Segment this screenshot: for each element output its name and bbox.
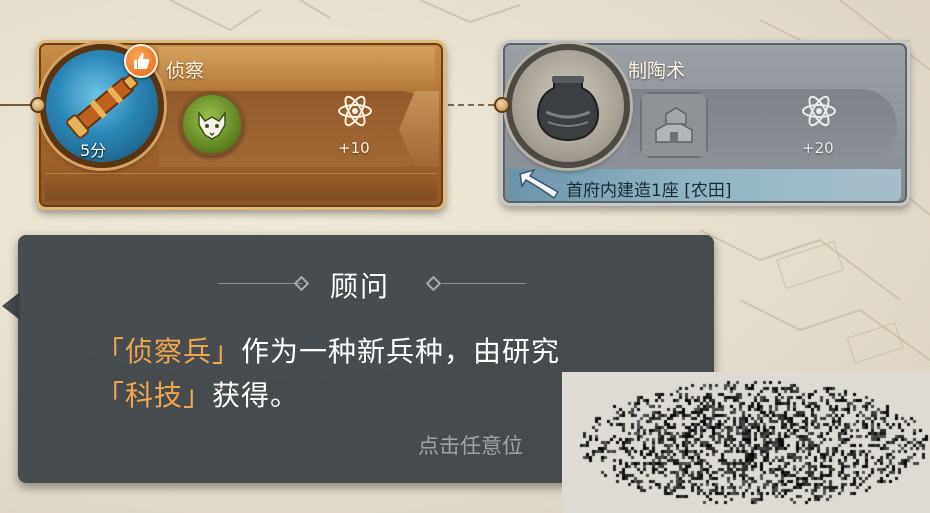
noise-canvas (562, 372, 930, 513)
unlock-reward-pottery[interactable] (640, 92, 708, 158)
bottom-band (45, 173, 437, 201)
advisor-message-line2: 「科技」获得。 (96, 374, 299, 414)
tech-name-pottery: 制陶术 (628, 60, 686, 82)
thumbs-up-icon (134, 53, 150, 69)
research-duration: 5分 (80, 141, 107, 160)
research-points-pottery: +20 (802, 139, 834, 157)
title-divider-left (218, 283, 302, 284)
advisor-message-line1: 「侦察兵」作为一种新兵种，由研究 (96, 330, 560, 370)
unlock-reward-scout[interactable] (180, 92, 244, 156)
pottery-jar-icon (536, 76, 600, 142)
requirement-arrow-icon (519, 168, 560, 200)
requirement-text: 首府内建造1座 [农田] (566, 181, 732, 201)
atom-icon (338, 95, 372, 127)
highlight-scout-unit: 「侦察兵」 (96, 335, 242, 368)
tree-node-dot (494, 97, 510, 113)
tech-icon-pottery[interactable] (506, 44, 630, 168)
atom-icon (802, 95, 836, 127)
tap-to-continue-hint[interactable]: 点击任意位 (418, 430, 523, 460)
highlight-technology: 「科技」 (96, 379, 213, 412)
tech-name-scout: 侦察 (166, 60, 205, 82)
tree-node-dot (30, 97, 46, 113)
research-points-scout: +10 (338, 139, 370, 157)
title-divider-right (442, 283, 526, 284)
recommended-badge (124, 44, 158, 78)
message-text: 获得。 (212, 379, 300, 412)
message-text: 作为一种新兵种，由研究 (241, 335, 561, 368)
pixelated-overlay (562, 372, 930, 513)
wolf-head-icon (198, 110, 226, 140)
farm-building-icon (655, 107, 693, 143)
advisor-title: 顾问 (330, 270, 391, 303)
